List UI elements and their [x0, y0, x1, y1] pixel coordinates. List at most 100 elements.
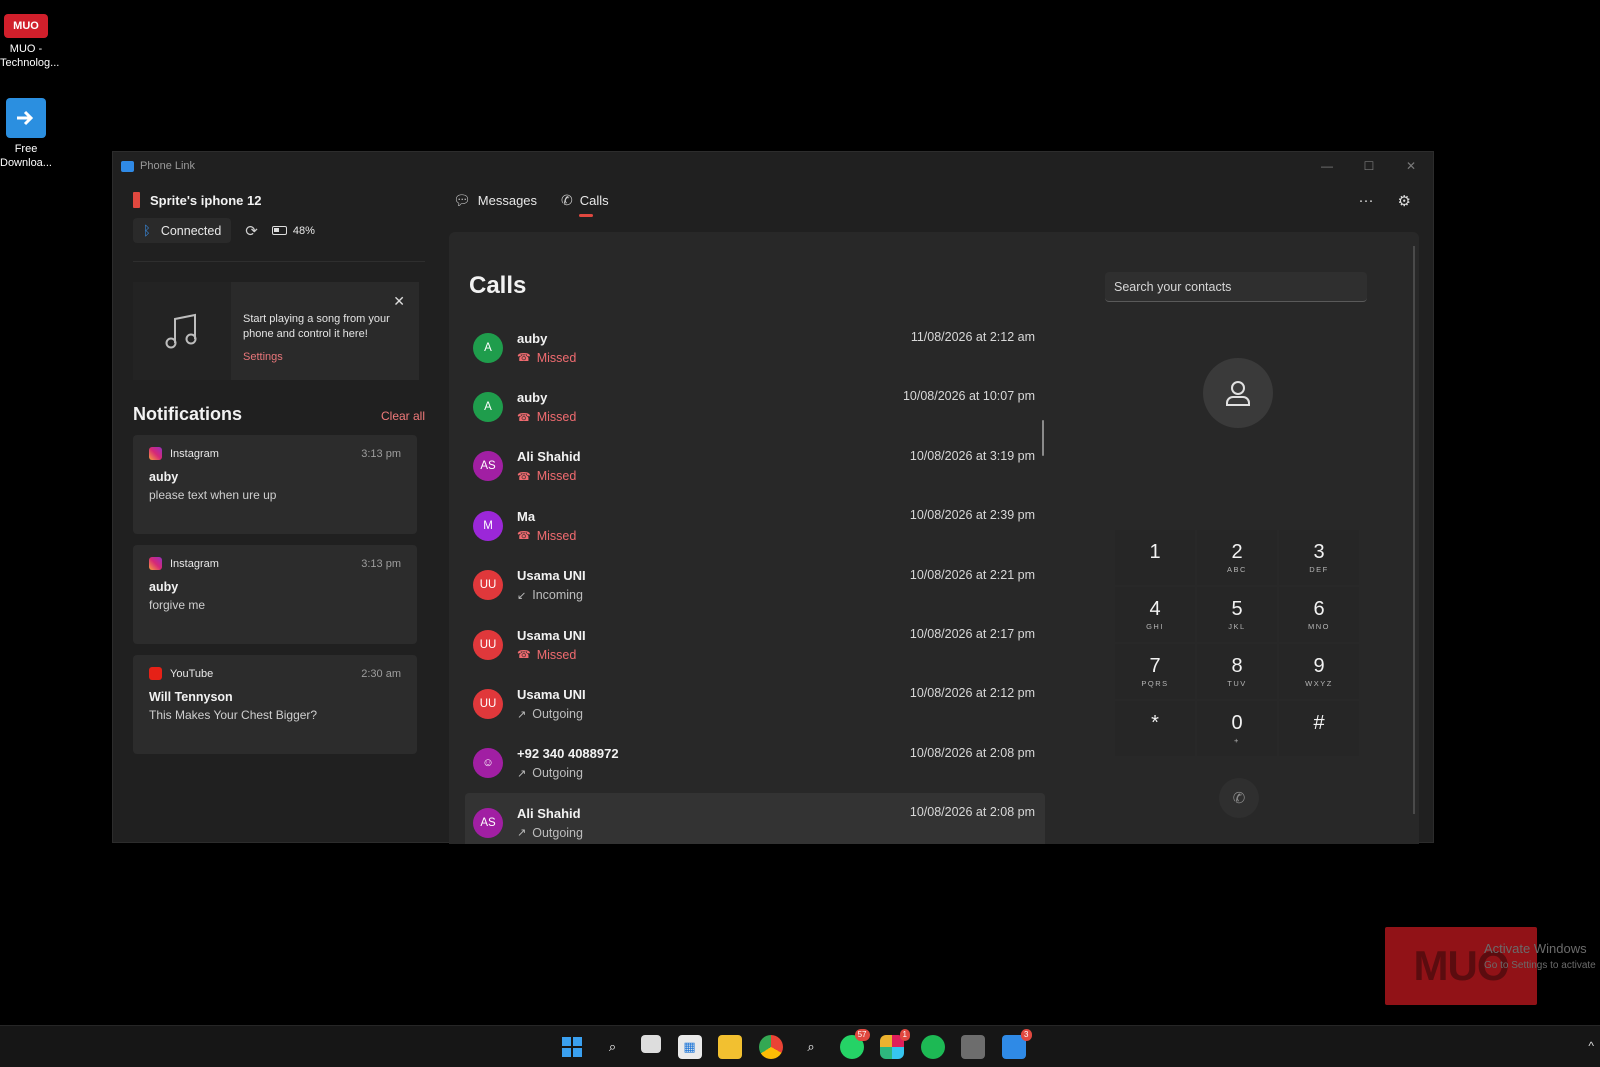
connection-status[interactable]: ᛒ Connected — [133, 218, 232, 243]
dialpad-key[interactable]: 3 DEF — [1279, 530, 1359, 585]
call-status-label: Outgoing — [532, 707, 583, 722]
call-info: auby ☎︎ Missed — [517, 390, 576, 424]
call-status-label: Missed — [536, 528, 577, 543]
call-row[interactable]: Aauby ☎︎ Missed 10/08/2026 at 10:07 pm — [465, 377, 1045, 436]
dialpad-key[interactable]: 9 WXYZ — [1279, 644, 1359, 699]
dialpad-key[interactable]: 8 TUV — [1197, 644, 1277, 699]
contact-avatar: UU — [473, 689, 503, 720]
dialpad-digit: 4 — [1149, 598, 1161, 620]
call-time: 10/08/2026 at 2:08 pm — [909, 805, 1035, 820]
search-icon[interactable]: ⌕ — [601, 1035, 625, 1059]
call-row[interactable]: UU Usama UNI ☎︎ Missed 10/08/2026 at 2:17 pm — [465, 615, 1045, 674]
slack-icon[interactable]: 1 — [880, 1029, 910, 1059]
call-row[interactable]: AS Ali Shahid ☎︎ Missed 10/08/2026 at 3:19 p… — [465, 437, 1045, 496]
sync-icon[interactable]: ⟳ — [245, 222, 258, 240]
notification-app: Instagram — [170, 557, 219, 570]
dialpad-letters: JKL — [1228, 622, 1246, 631]
panel-scrollbar[interactable] — [1413, 246, 1415, 814]
missed-call-icon: ☎︎ — [517, 411, 531, 424]
call-info: Usama UNI ☎︎ Missed — [517, 628, 586, 662]
phone-link-logo-icon — [121, 160, 134, 172]
title-bar[interactable]: Phone Link — ☐ ✕ — [113, 152, 1433, 180]
start-windows-icon[interactable] — [560, 1035, 584, 1059]
dialpad-key[interactable]: * — [1115, 701, 1195, 756]
caller-name: Ali Shahid — [517, 805, 581, 821]
desktop-icon-label: MUO - Technolog... — [0, 43, 60, 69]
outgoing-call-icon: ↗ — [517, 708, 527, 721]
call-status-label: Outgoing — [532, 825, 583, 840]
call-list-scrollbar[interactable] — [1042, 420, 1044, 456]
muo-logo-icon: MUO — [4, 14, 48, 38]
whatsapp-icon[interactable]: 57 — [839, 1029, 870, 1059]
file-explorer-icon[interactable] — [718, 1035, 742, 1059]
main-tabs: 💬︎ Messages ✆ Calls — [453, 192, 633, 217]
dialpad-letters: ABC — [1227, 565, 1247, 574]
settings-gear-icon[interactable]: ⚙ — [1398, 192, 1411, 210]
activate-windows-notice: Activate Windows Go to Settings to activ… — [1484, 940, 1596, 974]
close-icon[interactable]: ✕ — [393, 294, 405, 309]
device-name-row[interactable]: Sprite's iphone 12 — [133, 192, 425, 208]
music-note-icon — [133, 282, 231, 380]
phone-link-taskbar-icon[interactable]: 3 — [1001, 1029, 1032, 1059]
contact-avatar: M — [473, 510, 503, 541]
chrome-icon[interactable] — [758, 1035, 783, 1059]
person-icon: ☺ — [482, 757, 494, 770]
call-row[interactable]: M Ma ☎︎ Missed 10/08/2026 at 2:39 pm — [465, 496, 1045, 555]
dialpad-key[interactable]: 0 + — [1197, 701, 1277, 756]
task-view-icon[interactable] — [641, 1035, 661, 1053]
dialpad-digit: 5 — [1231, 598, 1243, 620]
avatar-initials: M — [483, 519, 493, 532]
store-icon[interactable]: ▦ — [677, 1035, 702, 1059]
call-row[interactable]: UU Usama UNI ↙ Incoming 10/08/2026 at 2:21 p… — [465, 556, 1045, 615]
battery-indicator: 48% — [271, 225, 315, 237]
call-row[interactable]: ☺ +92 340 4088972 ↗ Outgoing 10/08/2026 at 2… — [465, 734, 1045, 793]
dialpad-digit: 6 — [1313, 598, 1325, 620]
missed-call-icon: ☎︎ — [517, 530, 531, 543]
dialpad-key[interactable]: 1 — [1115, 530, 1195, 585]
dialpad-letters: TUV — [1227, 679, 1247, 688]
dialpad-key[interactable]: 7 PQRS — [1115, 644, 1195, 699]
minimize-button[interactable]: — — [1307, 156, 1347, 176]
dialpad-key[interactable]: 6 MNO — [1279, 587, 1359, 642]
avatar-initials: UU — [479, 638, 497, 651]
music-settings-link[interactable]: Settings — [243, 350, 409, 365]
phone-link-window: Phone Link — ☐ ✕ Sprite's iphone 12 ᛒ Co… — [112, 151, 1434, 844]
clear-all-button[interactable]: Clear all — [381, 409, 425, 423]
call-info: auby ☎︎ Missed — [517, 331, 576, 365]
battery-icon — [271, 226, 287, 235]
call-row[interactable]: UU Usama UNI ↗ Outgoing 10/08/2026 at 2:12 p… — [465, 674, 1045, 733]
dialpad-key[interactable]: 5 JKL — [1197, 587, 1277, 642]
call-status: ↗ Outgoing — [517, 766, 619, 780]
notification-card[interactable]: Instagram 3:13 pm auby forgive me — [133, 545, 417, 644]
caller-name: Ali Shahid — [517, 449, 581, 465]
calculator-icon[interactable] — [961, 1035, 985, 1059]
call-time: 10/08/2026 at 2:39 pm — [909, 508, 1035, 523]
notification-card[interactable]: YouTube 2:30 am Will Tennyson This Makes … — [133, 655, 417, 754]
dialpad-key[interactable]: # — [1279, 701, 1359, 756]
tray-chevron-icon[interactable]: ^ — [1588, 1039, 1594, 1053]
more-options-button[interactable]: ··· — [1359, 192, 1374, 210]
call-status: ☎︎ Missed — [517, 529, 576, 543]
notification-card[interactable]: Instagram 3:13 pm auby please text when u… — [133, 435, 417, 534]
close-button[interactable]: ✕ — [1391, 156, 1431, 176]
maximize-button[interactable]: ☐ — [1349, 156, 1389, 176]
tab-calls[interactable]: ✆ Calls — [561, 192, 609, 217]
search-contacts-input[interactable] — [1105, 272, 1367, 302]
call-time: 10/08/2026 at 10:07 pm — [902, 389, 1035, 404]
search-app-icon[interactable]: ⌕ — [799, 1035, 823, 1059]
call-row[interactable]: Aauby ☎︎ Missed 11/08/2026 at 2:12 am — [465, 318, 1045, 377]
call-button[interactable]: ✆ — [1219, 778, 1259, 818]
youtube-icon — [149, 667, 162, 680]
avatar-initials: A — [484, 341, 492, 354]
spotify-icon[interactable] — [920, 1035, 945, 1059]
desktop-icon-free-download[interactable]: Free Downloa... — [0, 98, 52, 170]
dialpad-digit: 7 — [1149, 655, 1161, 677]
tab-messages[interactable]: 💬︎ Messages — [453, 192, 537, 217]
desktop-icon-muo[interactable]: MUO MUO - Technolog... — [0, 14, 60, 70]
top-right-actions: ··· ⚙ — [1335, 192, 1411, 210]
desktop-icon-label: Free Downloa... — [0, 143, 52, 169]
divider — [133, 261, 425, 262]
dialpad-key[interactable]: 2 ABC — [1197, 530, 1277, 585]
call-row[interactable]: AS Ali Shahid ↗ Outgoing 10/08/2026 at 2:08 … — [465, 793, 1045, 844]
dialpad-key[interactable]: 4 GHI — [1115, 587, 1195, 642]
